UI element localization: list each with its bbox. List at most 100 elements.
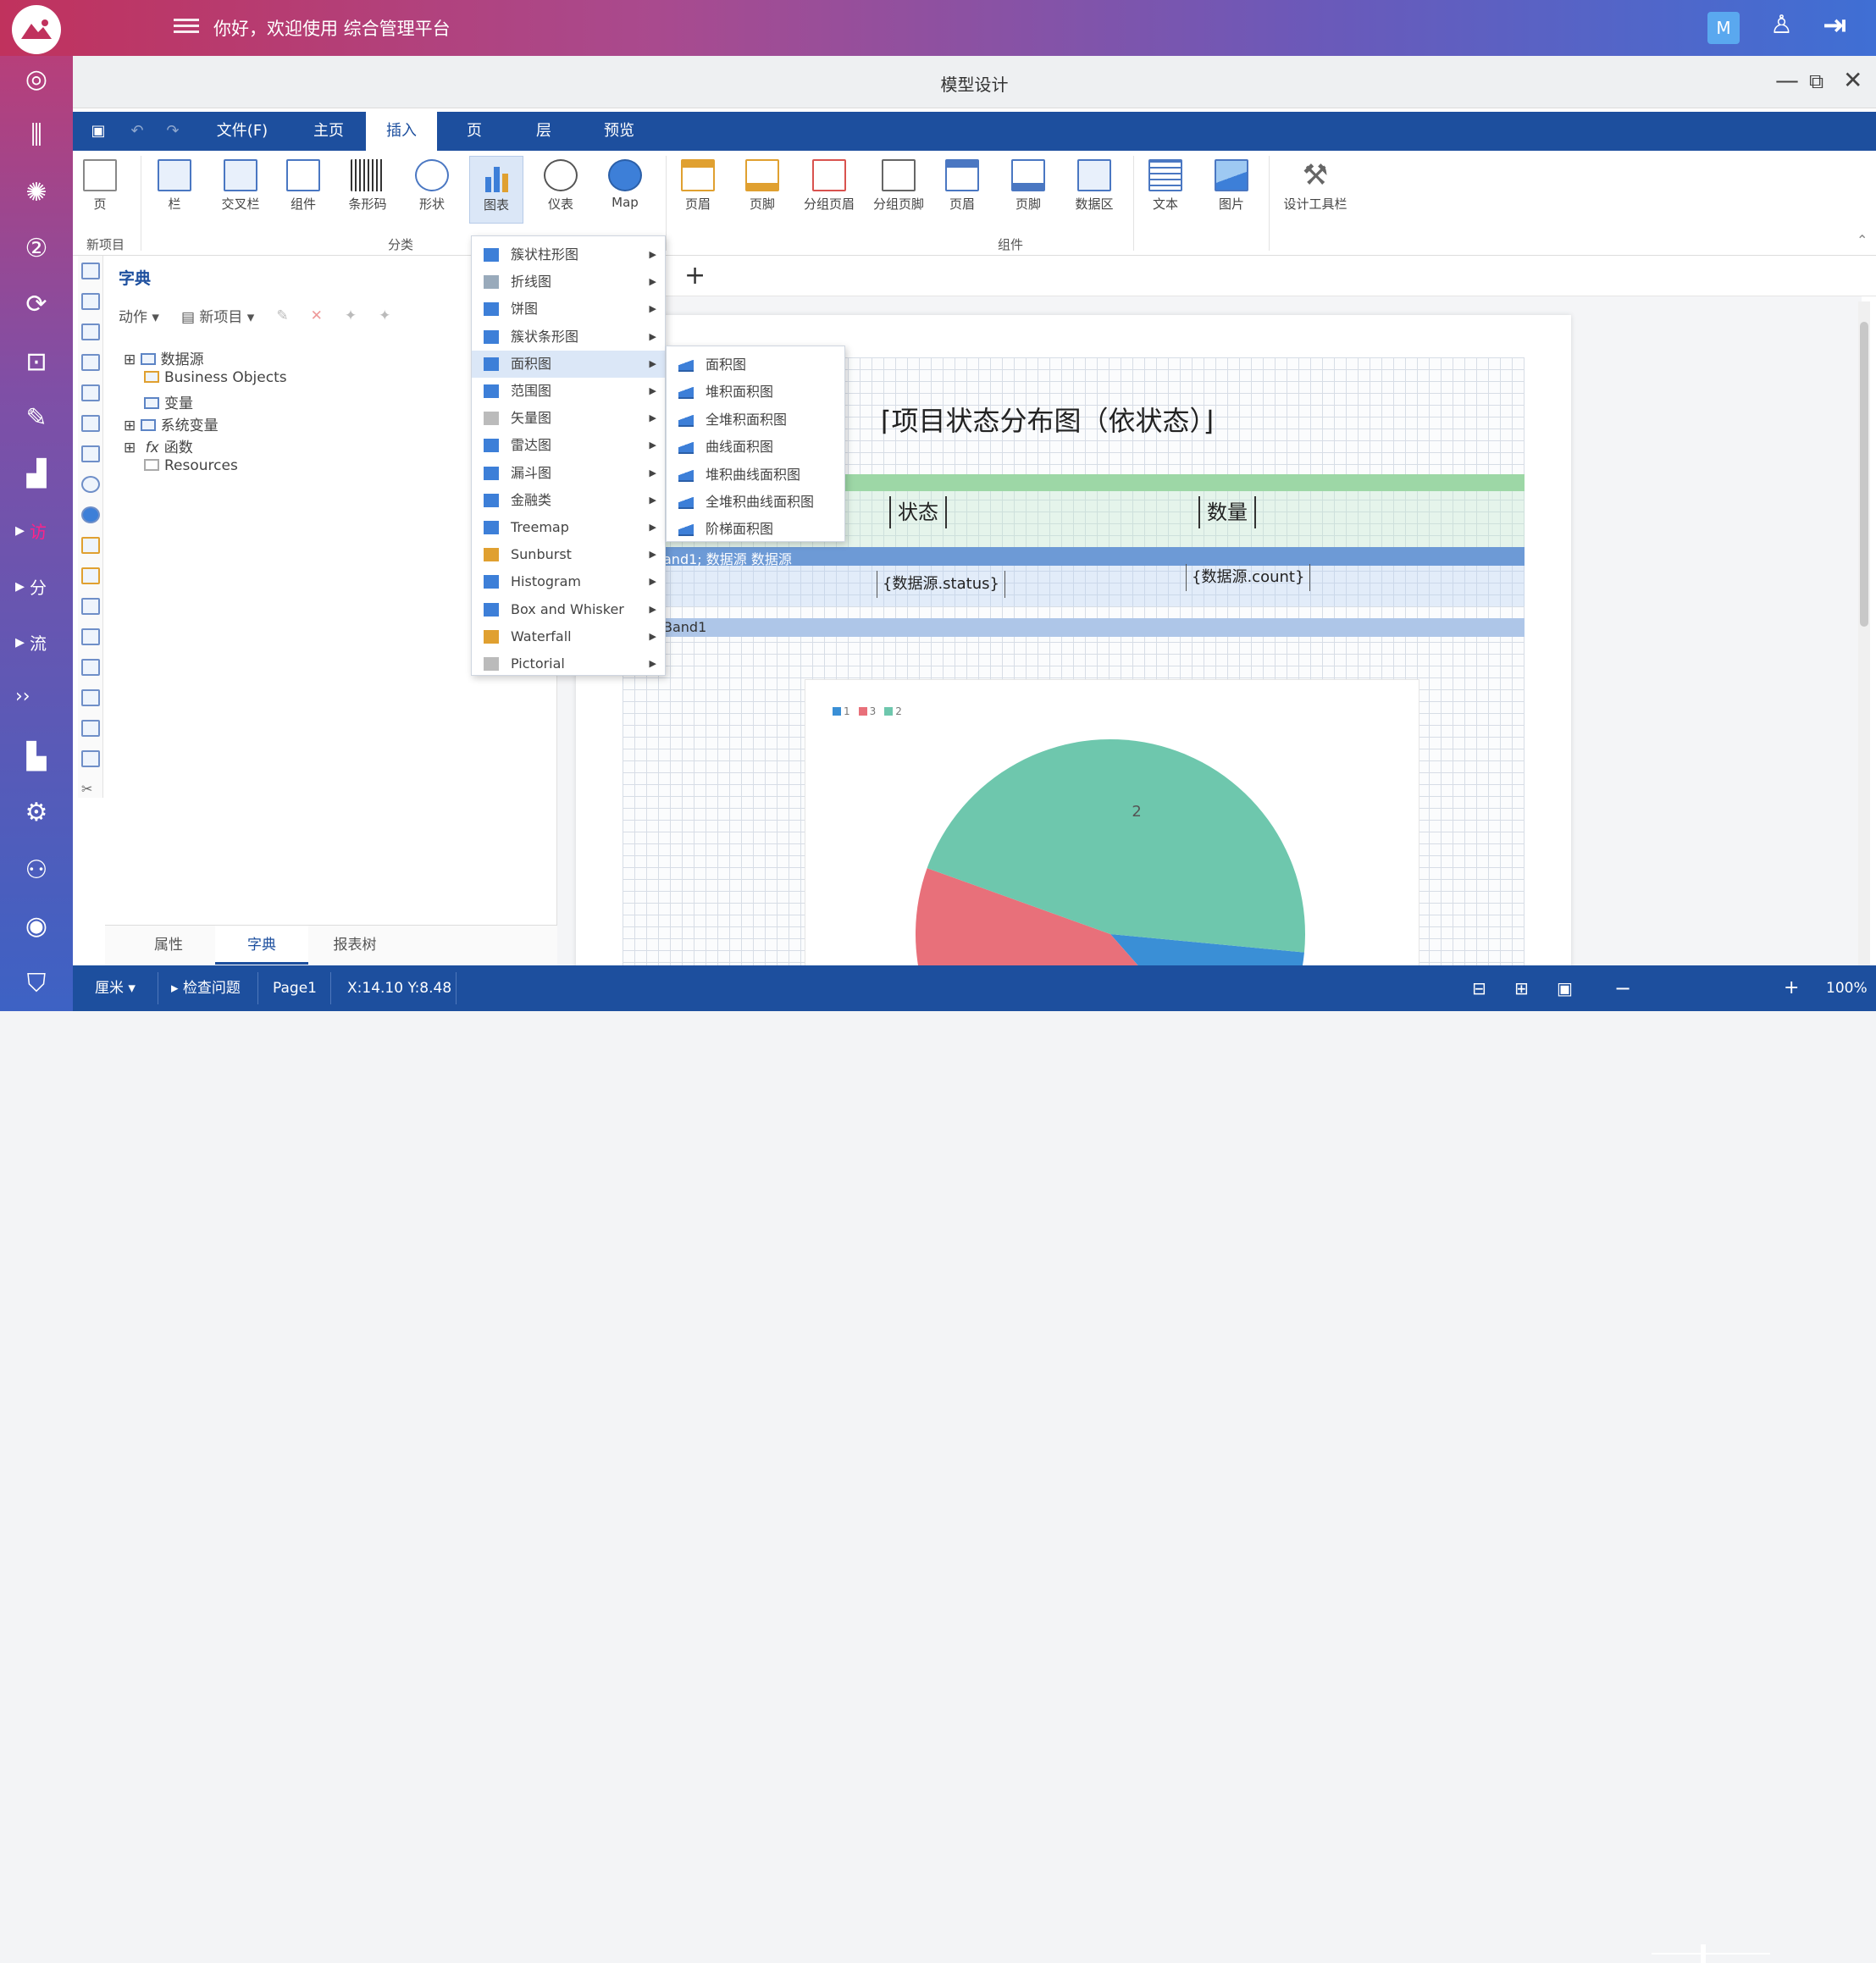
collapse-ribbon-icon[interactable]: ⌃ [1857,232,1868,248]
tool-column-icon[interactable] [81,293,100,310]
logout-icon[interactable]: ⇥ [1823,8,1847,42]
insert-component-button[interactable]: 组件 [276,156,330,224]
report-icon[interactable]: ▟ [19,456,54,491]
menu-preview[interactable]: 预览 [581,112,657,151]
analytics-icon[interactable]: ▙ [19,738,54,774]
tool-band-icon[interactable] [81,659,100,676]
insert-crossband-button[interactable]: 交叉栏 [213,156,268,224]
nav-group-1[interactable]: ▸ 访 [15,518,47,543]
pie-chart-component[interactable]: 1 3 2 132 [805,679,1419,968]
view-icon[interactable]: ◉ [19,908,54,943]
tree-resources[interactable]: Resources [144,457,238,474]
shirt-icon[interactable]: ⛉ [19,965,54,1001]
chart-menu-item[interactable]: Waterfall ▶ [472,623,665,650]
chart-menu-item[interactable]: 范围图 ▶ [472,378,665,405]
chart-menu-item[interactable]: Sunburst ▶ [472,541,665,568]
maximize-icon[interactable]: ⧉ [1809,69,1823,93]
zoom-slider[interactable] [1652,1953,1770,1955]
fit-page-icon[interactable]: ⊟ [1472,965,1486,1011]
finance-icon[interactable]: ② [19,230,54,266]
tool-gauge-icon[interactable] [81,476,100,493]
tool-shape-icon[interactable] [81,415,100,432]
settings-icon[interactable]: ⚙ [19,794,54,830]
column-count-label[interactable]: 数量 [1198,496,1256,528]
tool-footer-icon[interactable] [81,567,100,584]
area-submenu-item[interactable]: 阶梯面积图 [667,516,844,543]
insert-group-footer-button[interactable]: 分组页脚 [866,156,932,224]
tool-band2-icon[interactable] [81,689,100,706]
tool-header-icon[interactable] [81,537,100,554]
insert-barcode-button[interactable]: 条形码 [340,156,395,224]
insert-group-header-button[interactable]: 分组页眉 [796,156,862,224]
menu-file[interactable]: 文件(F) [200,112,285,151]
new-item-dropdown[interactable]: ▤ 新项目 ▾ [181,305,254,326]
insert-chart-button[interactable]: 图表 [469,156,523,224]
zoom-slider-knob[interactable] [1701,1944,1706,1963]
insert-footer-band-button[interactable]: 页脚 [1001,156,1055,224]
tool-group-header-icon[interactable] [81,598,100,615]
insert-column-button[interactable]: 栏 [147,156,202,224]
tree-business-objects[interactable]: Business Objects [144,369,287,386]
library-icon[interactable]: ⫼ [19,117,54,152]
delete-icon[interactable]: ✕ [311,307,323,324]
tree-functions[interactable]: ⊞ fx 函数 [124,435,193,456]
chart-menu-item[interactable]: 折线图 ▶ [472,268,665,296]
edit-icon[interactable]: ✎ [276,307,288,324]
tab-dictionary[interactable]: 字典 [215,926,308,965]
add-page-icon[interactable]: + [684,261,706,290]
zoom-out-icon[interactable]: − [1614,965,1631,1011]
menu-toggle-icon[interactable] [174,15,199,37]
close-icon[interactable]: ✕ [1843,66,1862,94]
insert-page-button[interactable]: 页 [73,156,127,224]
chart-menu-item[interactable]: 矢量图 ▶ [472,405,665,432]
insert-page-header-button[interactable]: 页眉 [671,156,725,224]
tool-component-icon[interactable] [81,354,100,371]
chart-menu-item[interactable]: 簇状条形图 ▶ [472,323,665,351]
tree-system-variables[interactable]: ⊞ 系统变量 [124,413,219,434]
chart-menu-item[interactable]: 饼图 ▶ [472,296,665,323]
save-icon[interactable]: ▣ [81,112,115,151]
action-dropdown[interactable]: 动作 ▾ [119,305,159,326]
menu-insert[interactable]: 插入 [366,112,437,151]
chart-menu-item[interactable]: Pictorial ▶ [472,650,665,677]
zoom-in-icon[interactable]: + [1784,965,1799,1011]
field-count[interactable]: {数据源.count} [1186,564,1311,591]
area-submenu-item[interactable]: 堆积曲线面积图 [667,462,844,489]
insert-databand-button[interactable]: 数据区 [1067,156,1121,224]
undo-icon[interactable]: ↶ [120,112,154,151]
chart-menu-item[interactable]: 簇状柱形图 ▶ [472,241,665,268]
chart-menu-item[interactable]: Histogram ▶ [472,568,665,595]
menu-layer[interactable]: 层 [510,112,578,151]
report-title-text[interactable]: ⌈项目状态分布图（依状态）⌋ [881,400,1214,439]
chart-menu-item[interactable]: Box and Whisker ▶ [472,596,665,623]
move-up-icon[interactable]: ✦ [345,307,357,324]
footer-band[interactable]: Band1 [623,618,1525,637]
insert-image-button[interactable]: 图片 [1204,156,1259,224]
fit-width-icon[interactable]: ⊞ [1514,965,1529,1011]
user-profile-icon[interactable]: ♙ [1770,10,1793,40]
tool-wrench-icon[interactable]: ✂ [81,781,100,798]
sync-icon[interactable]: ⟳ [19,286,54,322]
area-submenu-item[interactable]: 堆积面积图 [667,379,844,406]
insert-shape-button[interactable]: 形状 [405,156,459,224]
tool-map-icon[interactable] [81,506,100,523]
tool-databand-icon[interactable] [81,720,100,737]
app-logo[interactable] [12,5,61,54]
area-submenu-item[interactable]: 曲线面积图 [667,434,844,461]
tool-barcode-icon[interactable] [81,384,100,401]
tab-properties[interactable]: 属性 [122,926,215,965]
area-submenu-item[interactable]: 面积图 [667,351,844,379]
minimize-icon[interactable]: — [1775,66,1799,94]
unit-dropdown[interactable]: 厘米 ▾ [95,965,136,1011]
home-icon[interactable]: ◎ [19,61,54,97]
chart-menu-item[interactable]: 金融类 ▶ [472,487,665,514]
menu-page[interactable]: 页 [440,112,508,151]
data-band-header[interactable]: and1; 数据源 数据源 [623,547,1525,567]
chart-menu-item[interactable]: 雷达图 ▶ [472,432,665,459]
dashboard-icon[interactable]: ✺ [19,174,54,210]
design-toolbar-button[interactable]: ⚒ 设计工具栏 [1276,156,1355,224]
insert-text-button[interactable]: 文本 [1138,156,1193,224]
scrollbar-thumb[interactable] [1860,322,1868,627]
tree-variables[interactable]: 变量 [144,391,193,412]
nav-group-3[interactable]: ▸ 流 [15,630,47,655]
